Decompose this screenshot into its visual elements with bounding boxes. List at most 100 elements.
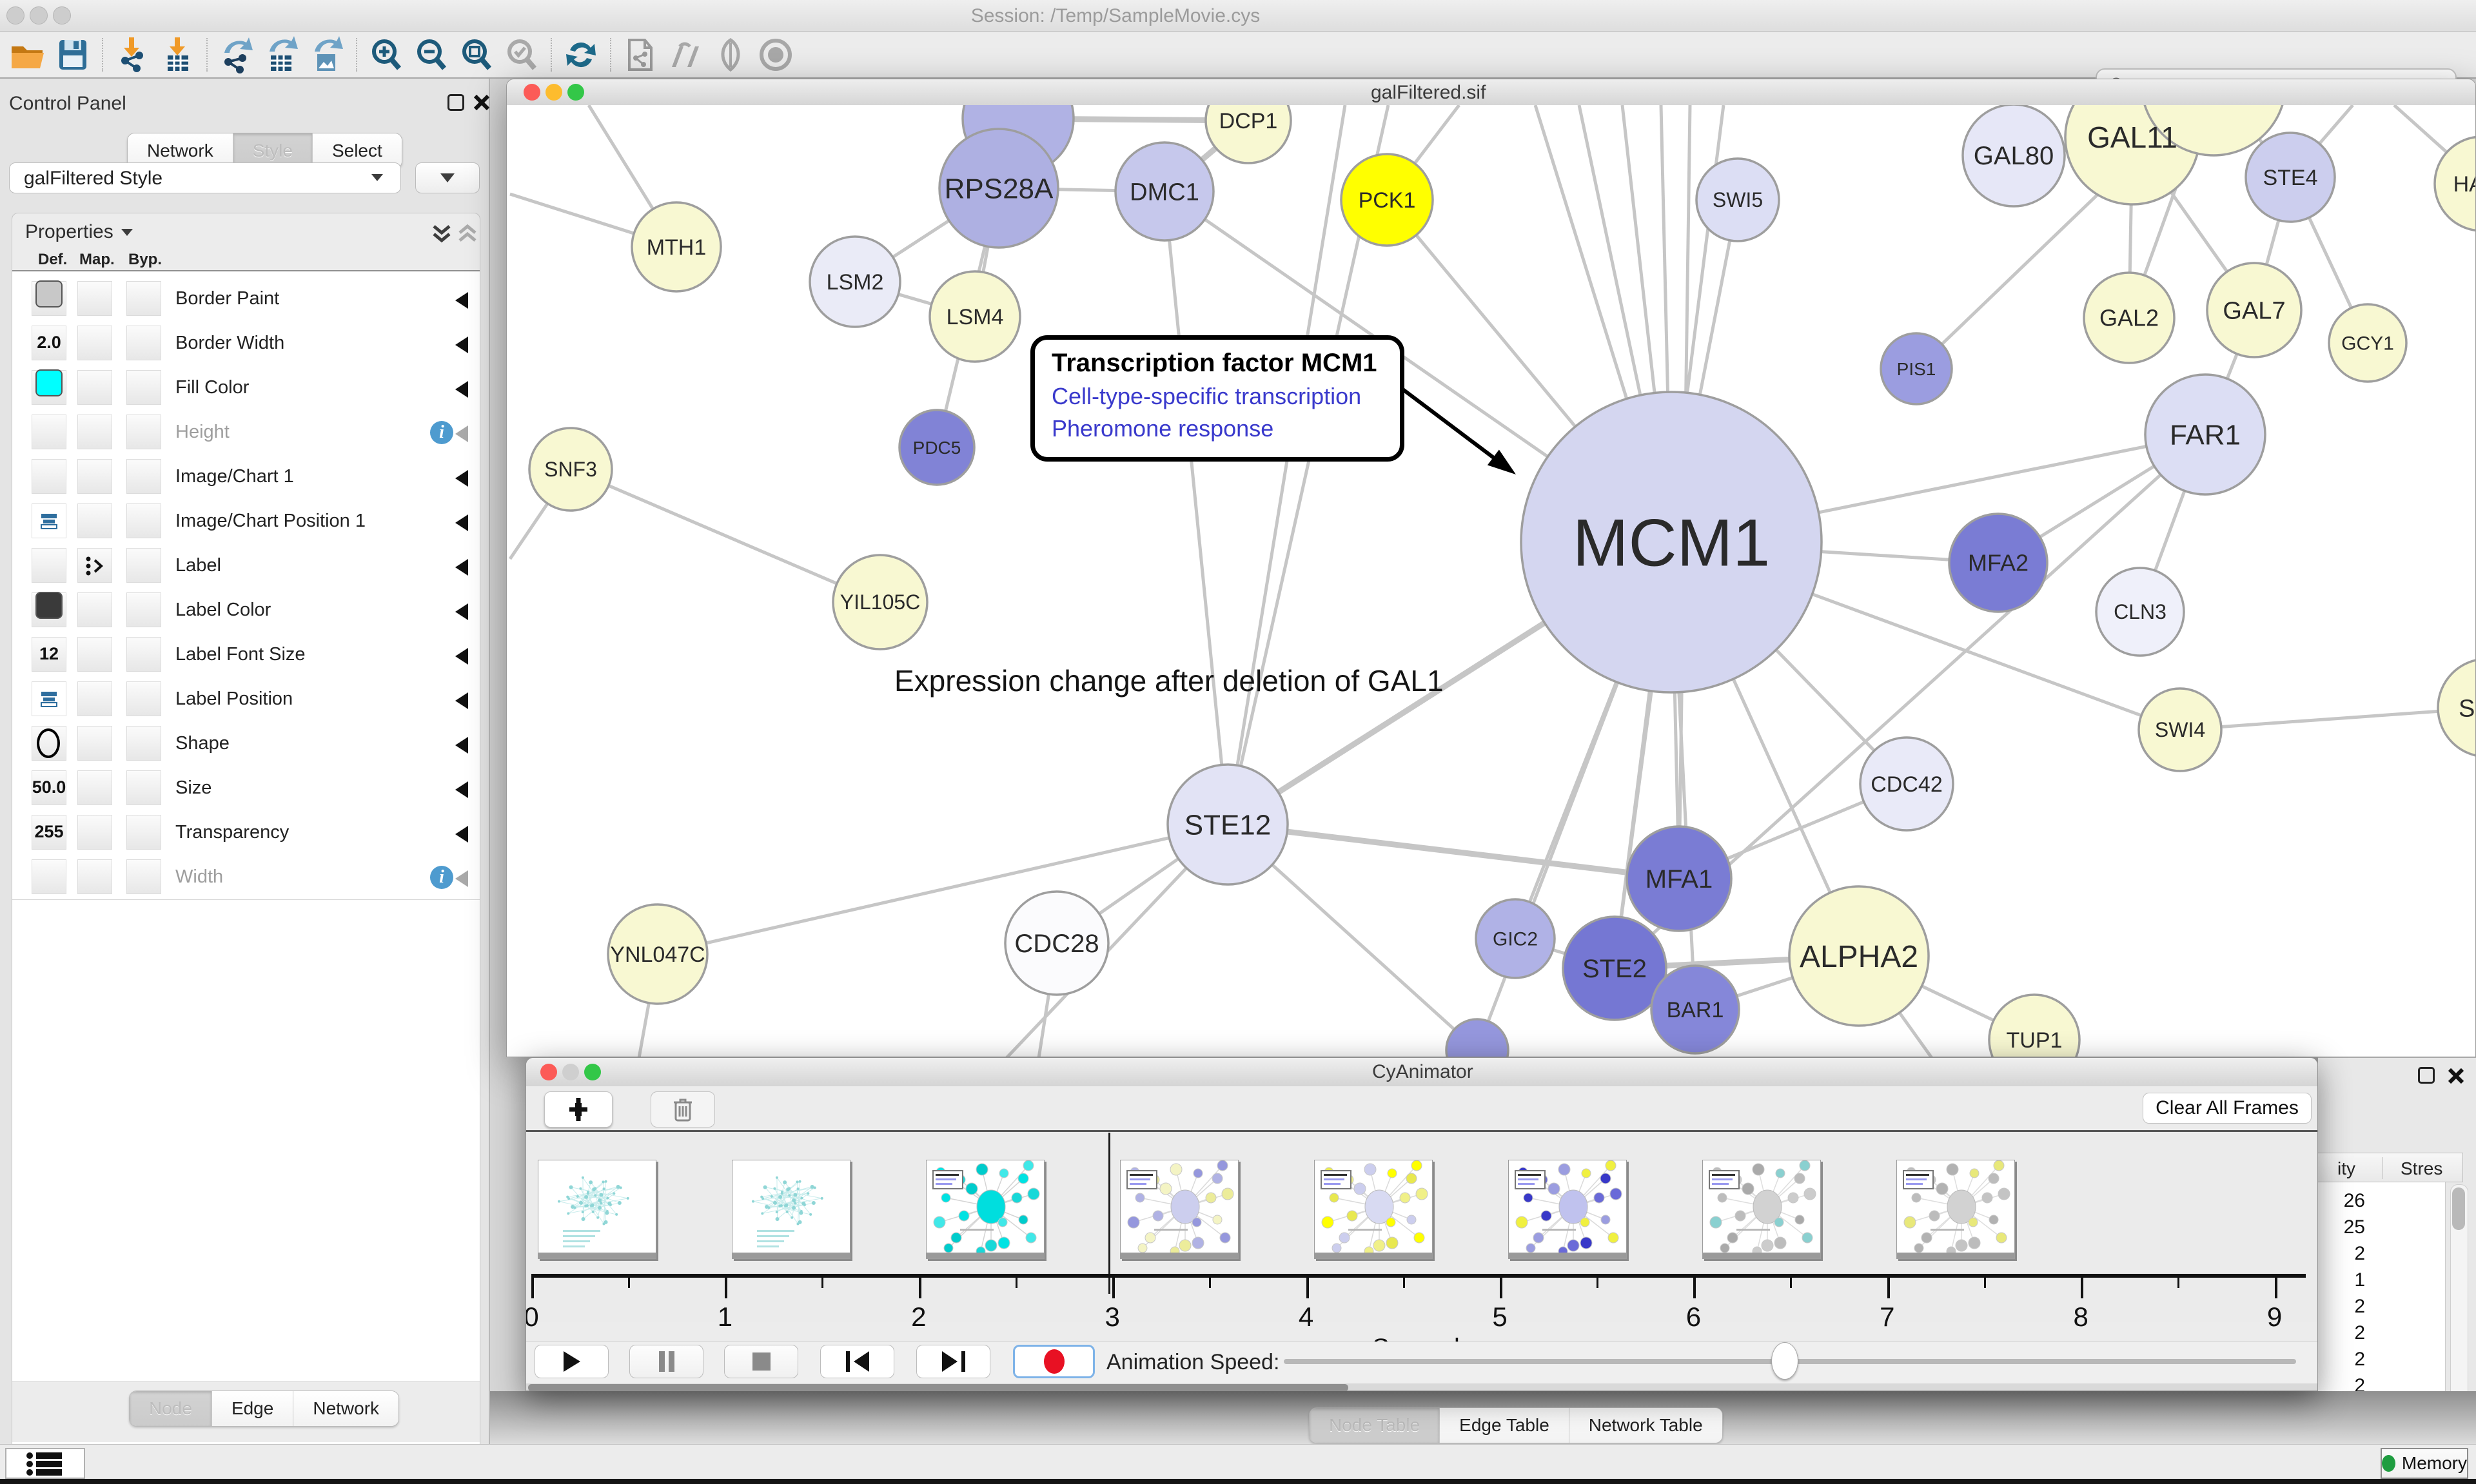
property-row-fill-color[interactable]: Fill Color: [12, 366, 480, 411]
property-row-width[interactable]: Widthi: [12, 855, 480, 900]
search-objects-icon[interactable]: [665, 35, 705, 75]
expand-row-icon[interactable]: [455, 603, 468, 620]
property-row-size[interactable]: 50.0Size: [12, 766, 480, 811]
property-row-border-paint[interactable]: Border Paint: [12, 277, 480, 322]
expand-row-icon[interactable]: [455, 425, 468, 442]
properties-header[interactable]: Properties: [25, 221, 133, 243]
frame-thumbnail-8[interactable]: [1896, 1160, 2015, 1259]
minimize-window-light[interactable]: [562, 1064, 579, 1080]
frame-thumbnail-5[interactable]: [1314, 1160, 1433, 1259]
export-image-icon[interactable]: [307, 35, 347, 75]
annotation-box[interactable]: Transcription factor MCM1 Cell-type-spec…: [1030, 335, 1404, 462]
animation-speed-thumb[interactable]: [1771, 1342, 1798, 1380]
property-row-shape[interactable]: Shape: [12, 721, 480, 766]
expand-row-icon[interactable]: [455, 381, 468, 398]
expand-row-icon[interactable]: [455, 514, 468, 531]
property-row-label-position[interactable]: Label Position: [12, 677, 480, 722]
memory-button[interactable]: Memory: [2381, 1448, 2468, 1479]
property-row-label-font-size[interactable]: 12Label Font Size: [12, 632, 480, 678]
network-canvas[interactable]: RPS28ADCP1DMC1PCK1SWI5GAL80GAL11STE4HAP2…: [507, 105, 2476, 1057]
pause-button[interactable]: [629, 1345, 703, 1378]
delete-frame-button[interactable]: [651, 1091, 715, 1128]
clear-all-frames-button[interactable]: Clear All Frames: [2143, 1093, 2312, 1124]
info-icon[interactable]: i: [430, 866, 453, 889]
float-panel-icon[interactable]: [447, 94, 464, 111]
play-button[interactable]: [535, 1345, 609, 1378]
float-panel-icon[interactable]: [2418, 1067, 2435, 1084]
property-row-transparency[interactable]: 255Transparency: [12, 810, 480, 855]
tab-node[interactable]: Node: [130, 1391, 211, 1426]
frame-thumbnail-7[interactable]: [1702, 1160, 1821, 1259]
frame-thumbnail-1[interactable]: [538, 1160, 656, 1259]
export-network-icon[interactable]: [217, 35, 257, 75]
expand-row-icon[interactable]: [455, 826, 468, 843]
hide-graphics-details-icon[interactable]: [711, 35, 751, 75]
record-button[interactable]: [1013, 1345, 1095, 1378]
show-panels-button[interactable]: [5, 1448, 85, 1479]
property-row-image-chart-1[interactable]: Image/Chart 1: [12, 454, 480, 500]
expand-row-icon[interactable]: [455, 870, 468, 887]
zoom-window-light[interactable]: [567, 84, 584, 101]
property-row-label-color[interactable]: Label Color: [12, 588, 480, 633]
refresh-view-icon[interactable]: [561, 35, 601, 75]
annotation-link[interactable]: Pheromone response: [1052, 415, 1400, 442]
style-options-button[interactable]: [415, 162, 480, 193]
copy-icon[interactable]: [620, 35, 660, 75]
expand-row-icon[interactable]: [455, 292, 468, 309]
save-session-icon[interactable]: [53, 35, 93, 75]
tab-edge-table[interactable]: Edge Table: [1439, 1408, 1569, 1443]
column-header[interactable]: Stres: [2401, 1158, 2442, 1179]
zoom-out-icon[interactable]: [411, 35, 451, 75]
property-row-height[interactable]: Heighti: [12, 410, 480, 455]
close-panel-icon[interactable]: [472, 93, 491, 112]
timeline-scrollbar-thumb[interactable]: [528, 1384, 1348, 1391]
zoom-in-icon[interactable]: [366, 35, 406, 75]
minimize-window-light[interactable]: [545, 84, 562, 101]
import-network-icon[interactable]: [112, 35, 152, 75]
expand-row-icon[interactable]: [455, 470, 468, 487]
stop-button[interactable]: [724, 1345, 798, 1378]
property-row-border-width[interactable]: 2.0Border Width: [12, 321, 480, 366]
annotation-link[interactable]: Cell-type-specific transcription: [1052, 383, 1400, 410]
expand-row-icon[interactable]: [455, 781, 468, 798]
skip-to-end-button[interactable]: [916, 1345, 990, 1378]
playhead[interactable]: [1108, 1133, 1110, 1294]
open-session-icon[interactable]: [8, 35, 48, 75]
info-icon[interactable]: i: [430, 421, 453, 444]
export-table-icon[interactable]: [262, 35, 302, 75]
tab-network[interactable]: Network: [293, 1391, 398, 1426]
zoom-window-light[interactable]: [584, 1064, 601, 1080]
frame-thumbnail-6[interactable]: [1508, 1160, 1627, 1259]
import-table-icon[interactable]: [157, 35, 197, 75]
frame-thumbnail-2[interactable]: [732, 1160, 850, 1259]
property-row-label[interactable]: Label: [12, 543, 480, 589]
zoom-selected-icon[interactable]: [502, 35, 542, 75]
cyanimator-titlebar[interactable]: CyAnimator: [526, 1058, 2317, 1087]
zoom-fit-icon[interactable]: [457, 35, 496, 75]
collapse-all-icon[interactable]: [456, 222, 479, 246]
tab-node-table[interactable]: Node Table: [1310, 1408, 1439, 1443]
close-window-light[interactable]: [540, 1064, 557, 1080]
add-frame-button[interactable]: [544, 1091, 613, 1128]
style-selector[interactable]: galFiltered Style: [9, 162, 401, 193]
frame-thumbnail-3[interactable]: [926, 1160, 1045, 1259]
network-window-titlebar[interactable]: galFiltered.sif: [507, 79, 2475, 106]
close-window-light[interactable]: [524, 84, 540, 101]
expand-row-icon[interactable]: [455, 692, 468, 709]
network-node-bot1[interactable]: [1446, 1019, 1508, 1057]
property-row-image-chart-position-1[interactable]: Image/Chart Position 1: [12, 499, 480, 544]
table-scrollbar[interactable]: [2450, 1184, 2468, 1423]
timeline-scrollbar[interactable]: [526, 1383, 2317, 1391]
tab-edge[interactable]: Edge: [211, 1391, 293, 1426]
expand-all-icon[interactable]: [430, 222, 453, 246]
close-panel-icon[interactable]: [2446, 1066, 2466, 1086]
column-header[interactable]: ity: [2337, 1158, 2355, 1179]
tab-network-table[interactable]: Network Table: [1569, 1408, 1722, 1443]
show-graphics-details-icon[interactable]: [756, 35, 796, 75]
expand-row-icon[interactable]: [455, 737, 468, 754]
expand-row-icon[interactable]: [455, 648, 468, 665]
expand-row-icon[interactable]: [455, 559, 468, 576]
expand-row-icon[interactable]: [455, 337, 468, 353]
frame-thumbnail-4[interactable]: [1120, 1160, 1239, 1259]
skip-to-start-button[interactable]: [820, 1345, 894, 1378]
